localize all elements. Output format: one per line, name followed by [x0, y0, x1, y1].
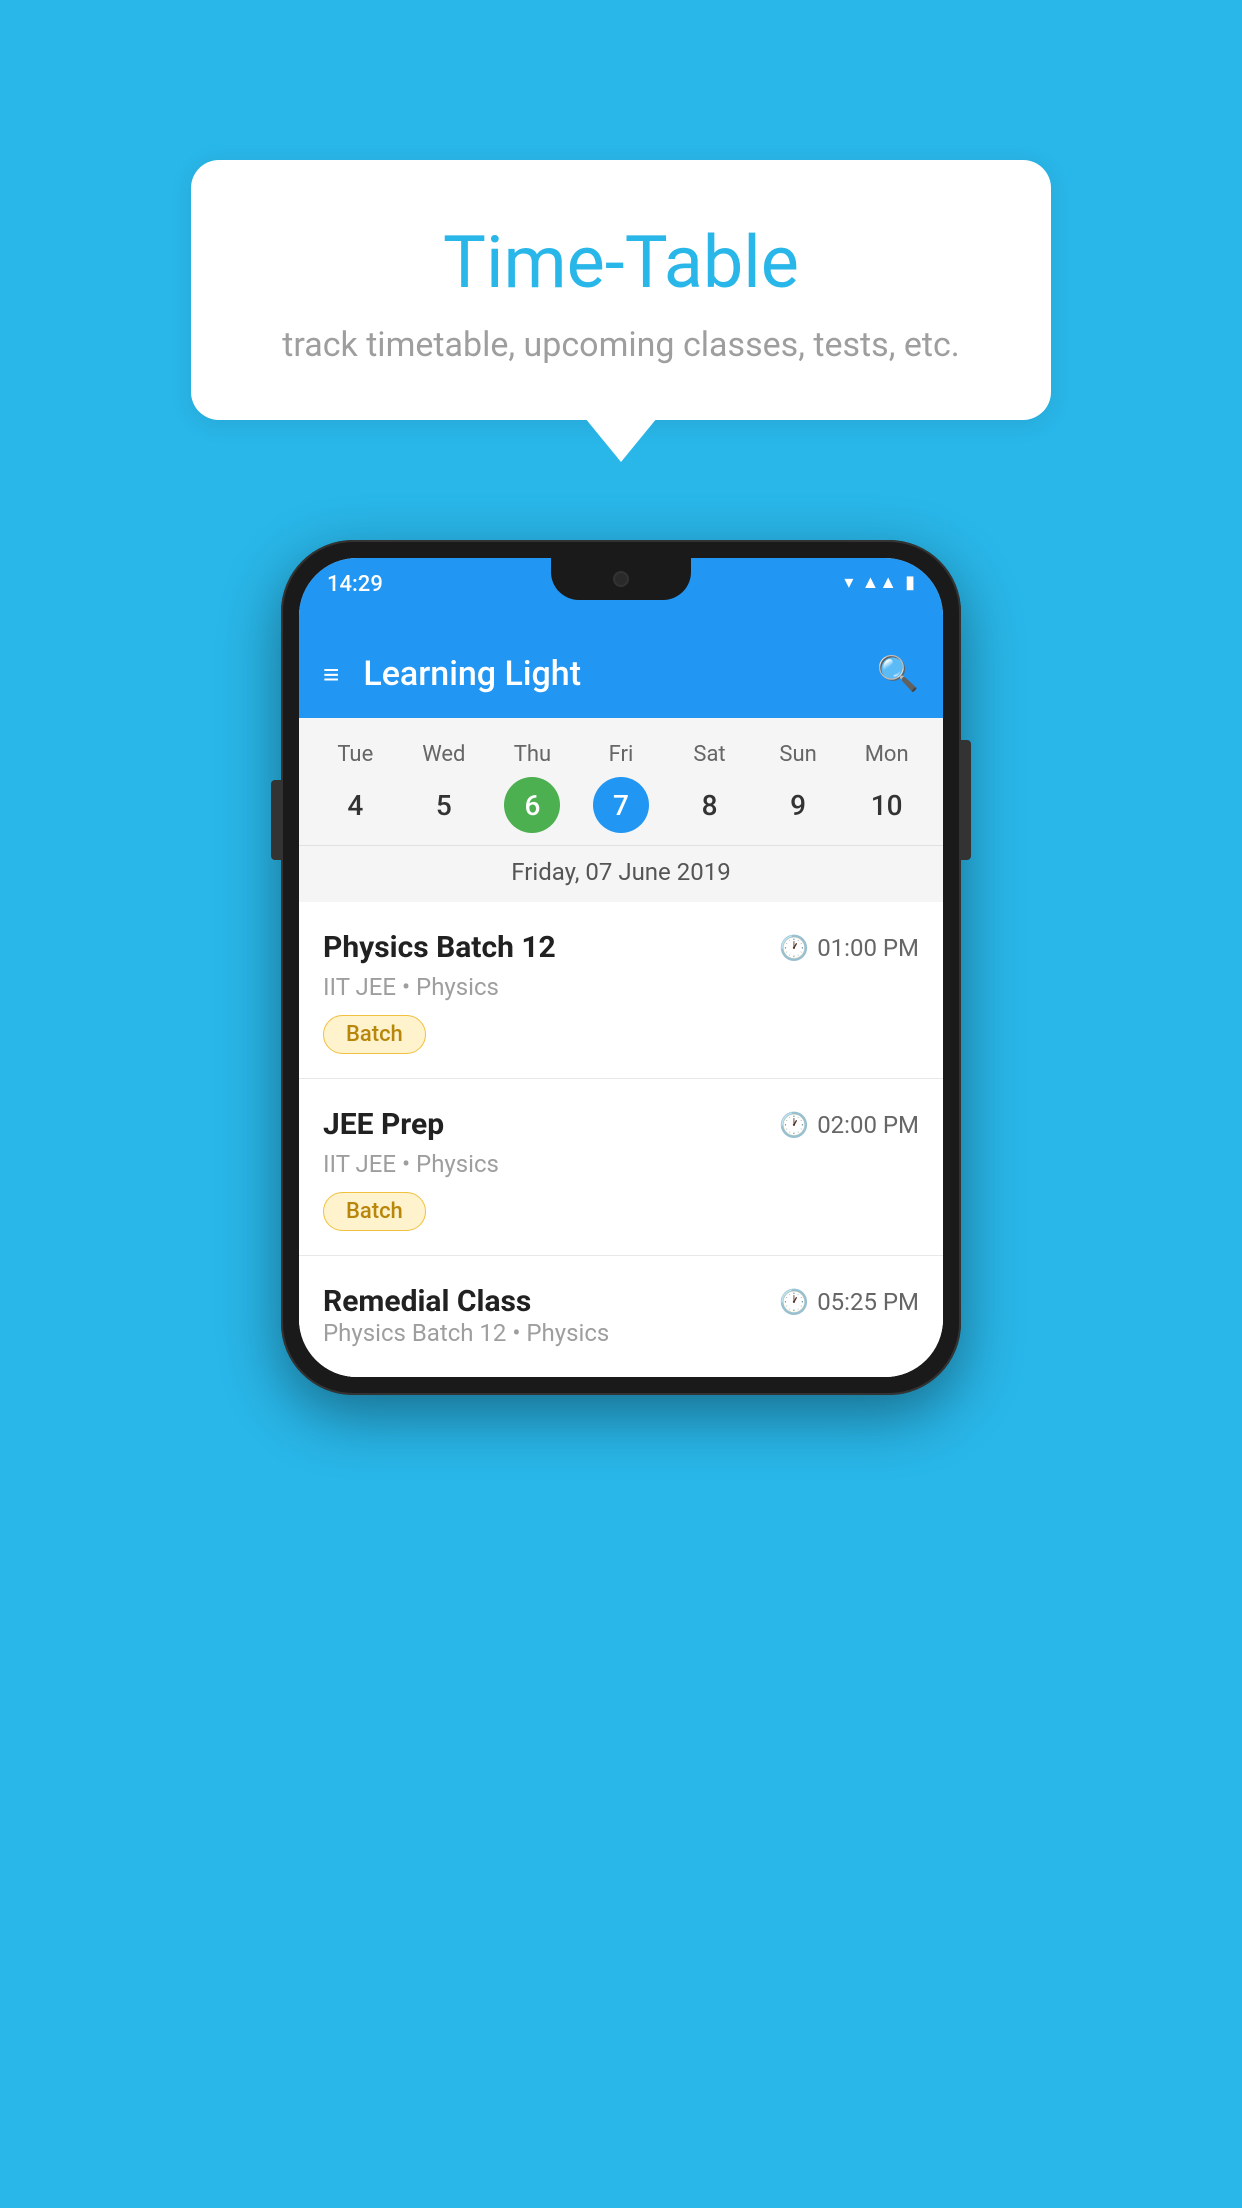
item-subtitle: Physics Batch 12 • Physics: [323, 1319, 919, 1347]
clock-icon: 🕐: [779, 1111, 809, 1139]
phone-screen: 14:29 ▾ ▲▲ ▮ ≡ Learning Light 🔍: [299, 558, 943, 1377]
batch-badge: Batch: [323, 1015, 426, 1054]
item-subtitle: IIT JEE • Physics: [323, 973, 919, 1001]
speech-bubble: Time-Table track timetable, upcoming cla…: [191, 160, 1051, 420]
day-col-tue[interactable]: Tue 4: [321, 742, 389, 833]
day-label: Mon: [865, 742, 909, 767]
day-col-sun[interactable]: Sun 9: [764, 742, 832, 833]
status-time: 14:29: [327, 572, 383, 597]
item-header: Physics Batch 12 🕐 01:00 PM: [323, 930, 919, 965]
day-number[interactable]: 5: [416, 777, 472, 833]
day-number[interactable]: 7: [593, 777, 649, 833]
battery-icon: ▮: [905, 572, 915, 593]
status-bar: 14:29 ▾ ▲▲ ▮: [299, 558, 943, 630]
schedule-item[interactable]: Physics Batch 12 🕐 01:00 PM IIT JEE • Ph…: [299, 902, 943, 1079]
batch-badge: Batch: [323, 1192, 426, 1231]
camera-dot: [613, 571, 629, 587]
clock-icon: 🕐: [779, 1288, 809, 1316]
item-subtitle: IIT JEE • Physics: [323, 1150, 919, 1178]
day-label: Fri: [609, 742, 634, 767]
days-row: Tue 4 Wed 5 Thu 6 Fri 7 Sat 8 Sun 9 Mon 10: [299, 734, 943, 841]
day-col-mon[interactable]: Mon 10: [853, 742, 921, 833]
day-label: Tue: [337, 742, 373, 767]
bubble-subtitle: track timetable, upcoming classes, tests…: [271, 325, 971, 365]
phone-mockup: 14:29 ▾ ▲▲ ▮ ≡ Learning Light 🔍: [281, 540, 961, 1395]
item-header: JEE Prep 🕐 02:00 PM: [323, 1107, 919, 1142]
item-time: 🕐 05:25 PM: [779, 1288, 919, 1316]
day-label: Thu: [514, 742, 551, 767]
item-time: 🕐 01:00 PM: [779, 934, 919, 962]
hamburger-icon[interactable]: ≡: [323, 658, 339, 691]
day-col-fri[interactable]: Fri 7: [587, 742, 655, 833]
status-icons: ▾ ▲▲ ▮: [844, 572, 915, 593]
notch-cutout: [551, 558, 691, 600]
day-number[interactable]: 6: [504, 777, 560, 833]
item-title: Remedial Class: [323, 1284, 531, 1319]
schedule-item-partial[interactable]: Remedial Class 🕐 05:25 PM Physics Batch …: [299, 1256, 943, 1377]
day-col-wed[interactable]: Wed 5: [410, 742, 478, 833]
schedule-list: Physics Batch 12 🕐 01:00 PM IIT JEE • Ph…: [299, 902, 943, 1377]
day-label: Sat: [693, 742, 725, 767]
signal-icon: ▲▲: [861, 572, 897, 593]
calendar-section: Tue 4 Wed 5 Thu 6 Fri 7 Sat 8 Sun 9 Mon 10 Friday, 07…: [299, 718, 943, 902]
day-number[interactable]: 8: [682, 777, 738, 833]
clock-icon: 🕐: [779, 934, 809, 962]
partial-row: Remedial Class 🕐 05:25 PM: [323, 1284, 919, 1319]
time-value: 05:25 PM: [817, 1288, 919, 1316]
day-number[interactable]: 9: [770, 777, 826, 833]
day-col-sat[interactable]: Sat 8: [676, 742, 744, 833]
app-toolbar: ≡ Learning Light 🔍: [299, 630, 943, 718]
item-time: 🕐 02:00 PM: [779, 1111, 919, 1139]
schedule-item[interactable]: JEE Prep 🕐 02:00 PM IIT JEE • Physics Ba…: [299, 1079, 943, 1256]
toolbar-title: Learning Light: [363, 654, 876, 694]
item-title: Physics Batch 12: [323, 930, 556, 965]
speech-bubble-area: Time-Table track timetable, upcoming cla…: [0, 160, 1242, 420]
day-number[interactable]: 4: [327, 777, 383, 833]
phone-outer: 14:29 ▾ ▲▲ ▮ ≡ Learning Light 🔍: [281, 540, 961, 1395]
time-value: 02:00 PM: [817, 1111, 919, 1139]
day-label: Wed: [422, 742, 465, 767]
item-title: JEE Prep: [323, 1107, 444, 1142]
day-label: Sun: [779, 742, 816, 767]
time-value: 01:00 PM: [817, 934, 919, 962]
date-label: Friday, 07 June 2019: [299, 845, 943, 902]
day-col-thu[interactable]: Thu 6: [498, 742, 566, 833]
search-icon[interactable]: 🔍: [877, 654, 919, 694]
day-number[interactable]: 10: [859, 777, 915, 833]
wifi-icon: ▾: [844, 572, 853, 593]
bubble-title: Time-Table: [271, 220, 971, 305]
